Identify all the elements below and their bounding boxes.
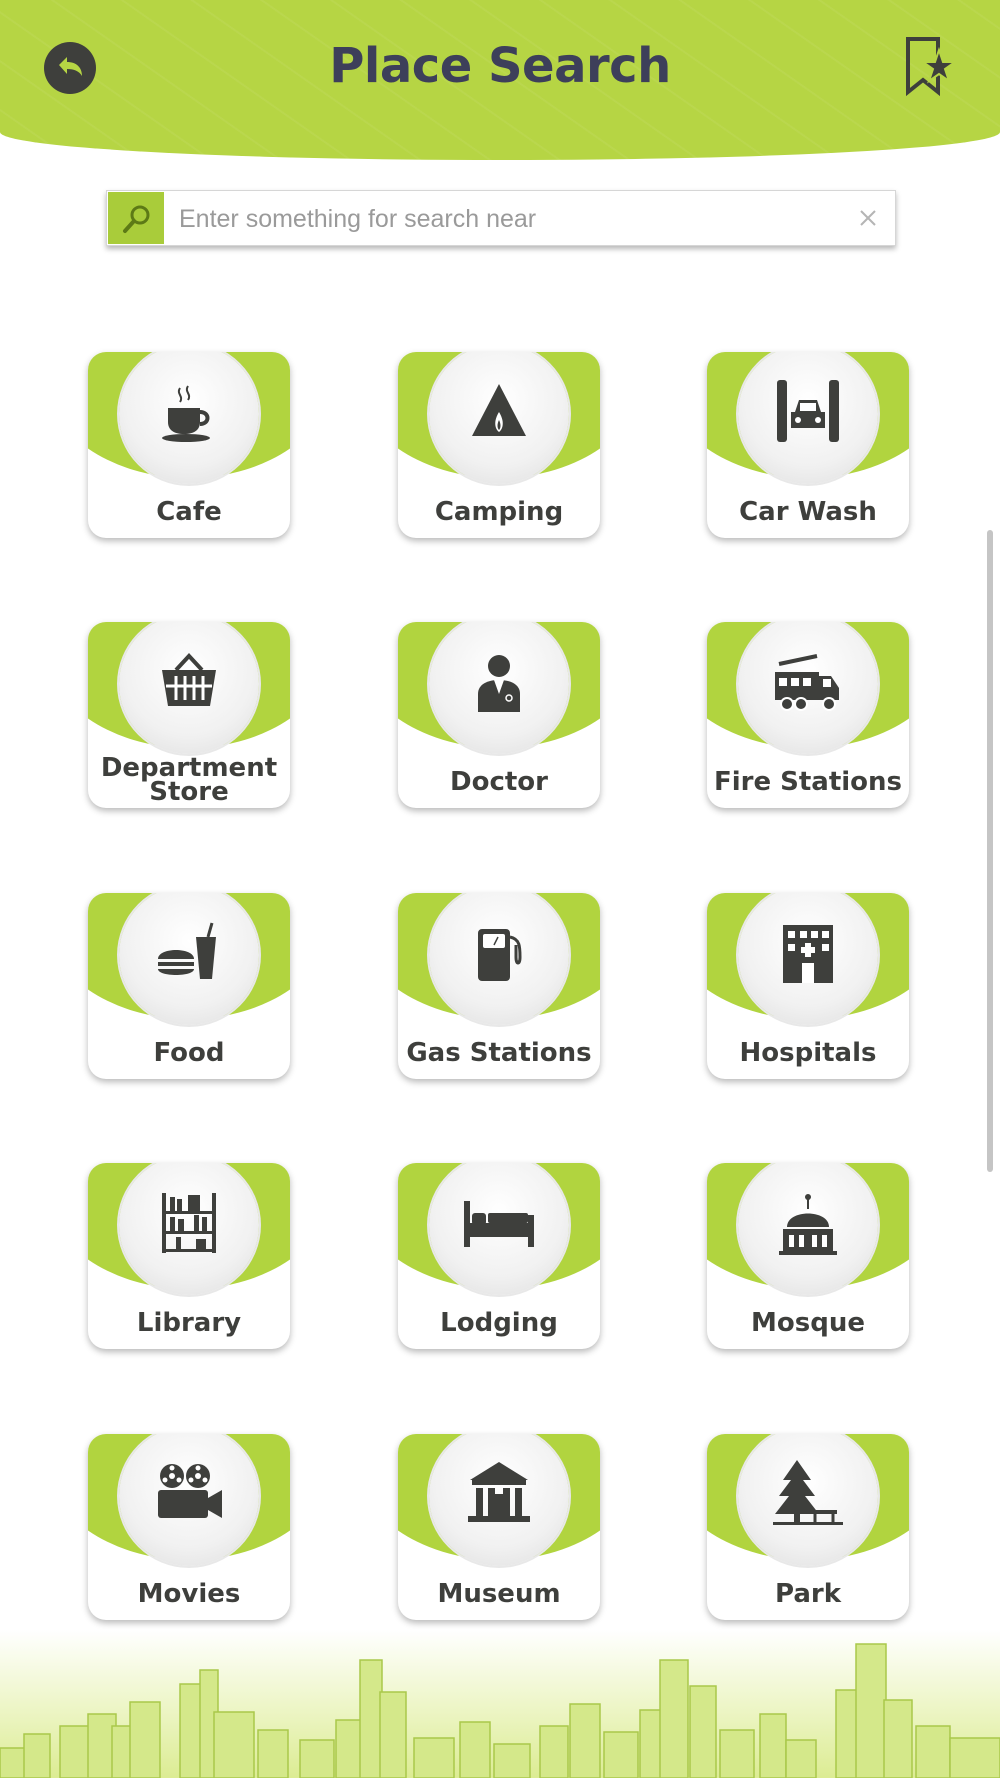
hospital-icon: [783, 925, 833, 983]
burger-drink-icon: [158, 922, 216, 979]
search-button[interactable]: [108, 192, 164, 244]
search-bar: [106, 190, 896, 246]
mosque-icon: [779, 1194, 837, 1255]
search-input[interactable]: [177, 199, 821, 239]
city-skyline-footer: [0, 1630, 1000, 1779]
city-skyline-illustration: [0, 1643, 1000, 1779]
category-card-department-store[interactable]: Department Store: [88, 622, 290, 808]
tree-bench-icon: [773, 1460, 843, 1525]
category-label: Lodging: [440, 1308, 558, 1338]
category-card-park[interactable]: Park: [707, 1434, 909, 1620]
category-card-doctor[interactable]: Doctor: [398, 622, 600, 808]
category-label: Park: [774, 1579, 841, 1609]
coffee-cup-icon: [162, 385, 210, 442]
category-label: Camping: [434, 497, 564, 527]
category-grid: Cafe Camping Car Wash Department Store Doctor…: [0, 0, 1000, 1778]
page-title: Place Search: [329, 38, 671, 94]
fire-truck-icon: [775, 654, 839, 711]
category-card-hospitals[interactable]: Hospitals: [707, 893, 909, 1079]
bed-icon: [464, 1201, 534, 1247]
category-label: Hospitals: [739, 1038, 877, 1068]
fuel-pump-icon: [478, 929, 522, 981]
clear-search-button[interactable]: [853, 203, 883, 233]
category-card-gas-stations[interactable]: Gas Stations: [398, 893, 600, 1079]
category-card-library[interactable]: Library: [88, 1163, 290, 1349]
category-card-food[interactable]: Food: [88, 893, 290, 1079]
category-label: Mosque: [751, 1308, 865, 1338]
category-card-camping[interactable]: Camping: [398, 352, 600, 538]
category-label: Food: [153, 1038, 225, 1068]
category-label: Department Store: [100, 753, 278, 807]
museum-icon: [468, 1462, 530, 1522]
car-wash-icon: [777, 380, 839, 442]
category-card-car-wash[interactable]: Car Wash: [707, 352, 909, 538]
bookmarks-button[interactable]: [902, 36, 959, 102]
category-card-fire-stations[interactable]: Fire Stations: [707, 622, 909, 808]
category-label: Fire Stations: [713, 767, 903, 797]
category-card-cafe[interactable]: Cafe: [88, 352, 290, 538]
category-label: Cafe: [156, 497, 222, 527]
film-camera-icon: [158, 1464, 222, 1518]
category-label: Gas Stations: [406, 1038, 592, 1068]
category-card-movies[interactable]: Movies: [88, 1434, 290, 1620]
category-card-mosque[interactable]: Mosque: [707, 1163, 909, 1349]
bookmark-star-icon: [906, 37, 959, 97]
doctor-icon: [478, 655, 520, 712]
app-header: Place Search: [0, 0, 1000, 160]
category-card-lodging[interactable]: Lodging: [398, 1163, 600, 1349]
category-label: Library: [136, 1308, 242, 1338]
category-label: Movies: [137, 1579, 241, 1609]
scrollbar[interactable]: [987, 530, 993, 1172]
bookshelf-icon: [162, 1193, 216, 1253]
category-label: Museum: [437, 1579, 561, 1609]
close-icon: [860, 210, 876, 226]
search-icon: [123, 205, 150, 233]
category-label: Doctor: [450, 767, 548, 797]
category-label: Car Wash: [739, 497, 877, 527]
tent-icon: [472, 384, 526, 436]
shopping-basket-icon: [162, 653, 216, 706]
category-card-museum[interactable]: Museum: [398, 1434, 600, 1620]
